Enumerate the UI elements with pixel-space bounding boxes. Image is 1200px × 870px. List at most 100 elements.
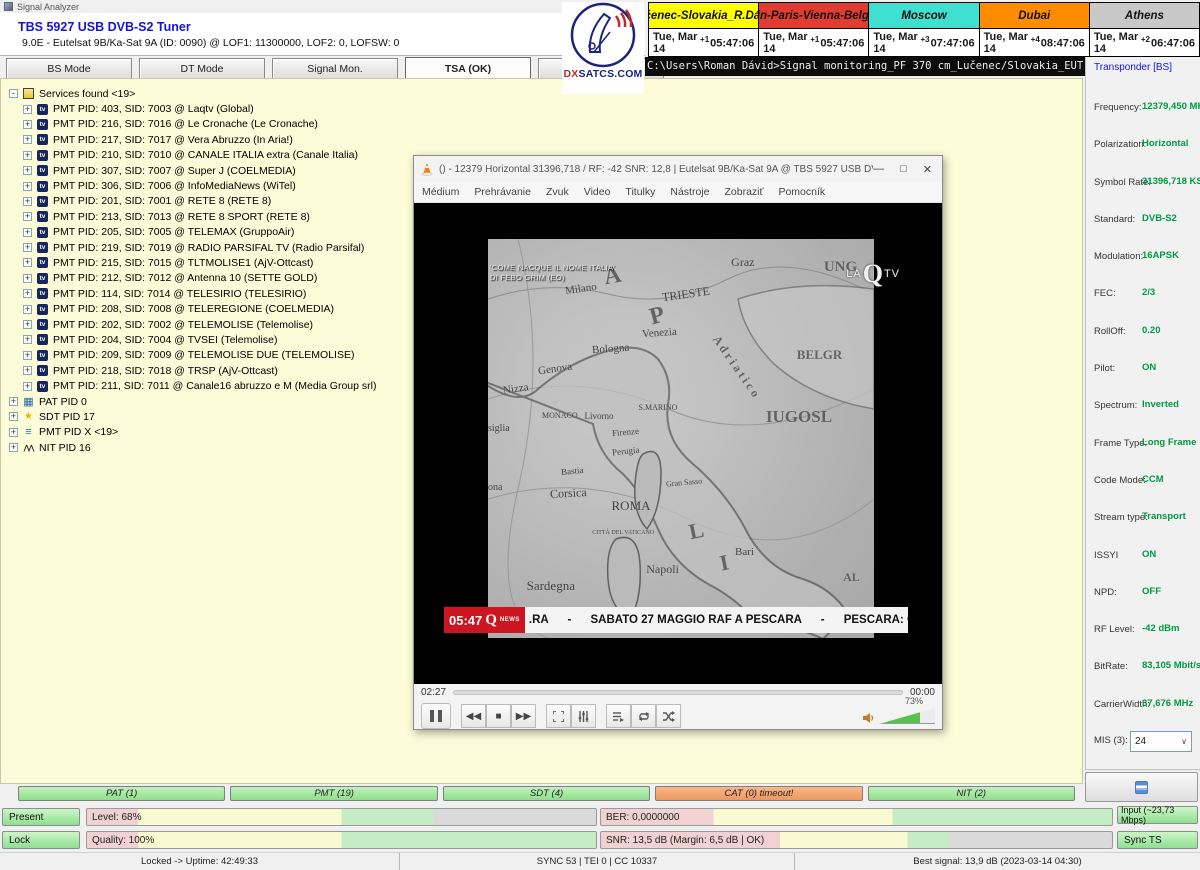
expand-icon[interactable]: + bbox=[9, 412, 18, 421]
playlist-button[interactable] bbox=[606, 704, 631, 728]
seek-bar[interactable] bbox=[453, 690, 903, 695]
transponder-label: ISSYI bbox=[1094, 550, 1118, 561]
expand-icon[interactable]: + bbox=[23, 120, 32, 129]
mode-tab[interactable]: DT Mode bbox=[139, 58, 265, 80]
window-title: Signal Analyzer bbox=[17, 2, 79, 12]
service-item[interactable]: + tv PMT PID: 217, SID: 7017 @ Vera Abru… bbox=[23, 132, 1082, 147]
pause-button[interactable] bbox=[421, 703, 451, 729]
tree-root-services[interactable]: - Services found <19> bbox=[9, 86, 1082, 101]
expand-icon[interactable]: + bbox=[23, 243, 32, 252]
stop-button[interactable]: ■ bbox=[486, 704, 511, 728]
expand-icon[interactable]: + bbox=[23, 212, 32, 221]
vlc-menu-item[interactable]: Zvuk bbox=[546, 186, 569, 198]
vlc-titlebar[interactable]: () - 12379 Horizontal 31396,718 / RF: -4… bbox=[414, 156, 942, 182]
expand-icon[interactable]: + bbox=[23, 335, 32, 344]
expand-icon[interactable]: + bbox=[23, 305, 32, 314]
map-place-label: Livorno bbox=[585, 411, 614, 421]
tv-icon: tv bbox=[37, 196, 48, 207]
service-item[interactable]: + tv PMT PID: 216, SID: 7016 @ Le Cronac… bbox=[23, 117, 1082, 132]
vlc-menu-item[interactable]: Titulky bbox=[625, 186, 655, 198]
random-button[interactable] bbox=[656, 704, 681, 728]
dxsatcs-logo: DXSATCS.COM bbox=[562, 2, 644, 94]
elapsed-time: 02:27 bbox=[421, 687, 446, 698]
expand-icon[interactable]: + bbox=[23, 105, 32, 114]
mis-dropdown[interactable]: 24 ∨ bbox=[1130, 731, 1192, 752]
expand-icon[interactable]: + bbox=[23, 166, 32, 175]
expand-icon[interactable]: + bbox=[23, 182, 32, 191]
buffer-button[interactable] bbox=[1085, 772, 1198, 802]
transponder-label: FEC: bbox=[1094, 288, 1116, 299]
vlc-video-area[interactable]: GrazUNGMilanoTRIESTEAPVeneziaBolognaGeno… bbox=[414, 203, 942, 684]
equalizer-button[interactable] bbox=[571, 704, 596, 728]
map-place-label: MONACO bbox=[542, 411, 578, 420]
expand-icon[interactable]: + bbox=[23, 289, 32, 298]
expand-icon[interactable]: + bbox=[23, 274, 32, 283]
clock-utc-offset: +3 bbox=[920, 35, 929, 44]
tv-icon: tv bbox=[37, 150, 48, 161]
expand-icon[interactable]: + bbox=[23, 258, 32, 267]
clock-utc-offset: +1 bbox=[810, 35, 819, 44]
transponder-value: 16APSK bbox=[1142, 250, 1179, 261]
pid-bar: SDT (4) bbox=[443, 786, 650, 801]
service-label: PMT PID: 210, SID: 7010 @ CANALE ITALIA … bbox=[53, 149, 358, 161]
tv-icon: tv bbox=[37, 119, 48, 130]
service-label: PMT PID: 202, SID: 7002 @ TELEMOLISE (Te… bbox=[53, 319, 313, 331]
transponder-value: CCM bbox=[1142, 474, 1164, 485]
previous-button[interactable]: ◀◀ bbox=[461, 704, 486, 728]
speaker-icon bbox=[863, 712, 875, 724]
expand-icon[interactable]: + bbox=[9, 428, 18, 437]
service-item[interactable]: + tv PMT PID: 403, SID: 7003 @ Laqtv (Gl… bbox=[23, 101, 1082, 116]
expand-icon[interactable]: + bbox=[23, 382, 32, 391]
service-label: PMT PID: 211, SID: 7011 @ Canale16 abruz… bbox=[53, 380, 376, 392]
service-label: PMT PID: 205, SID: 7005 @ TELEMAX (Grupp… bbox=[53, 226, 294, 238]
expand-icon[interactable]: + bbox=[23, 320, 32, 329]
service-label: PMT PID: 204, SID: 7004 @ TVSEI (Telemol… bbox=[53, 334, 277, 346]
expand-icon[interactable]: + bbox=[23, 197, 32, 206]
mode-tab[interactable]: Signal Mon. bbox=[272, 58, 398, 80]
clock: Berlin-Paris-Vienna-Belgrade Tue, Mar 14… bbox=[759, 3, 869, 56]
transponder-row: Frame Type: Long Frame bbox=[1086, 426, 1200, 463]
vlc-menu-item[interactable]: Video bbox=[584, 186, 611, 198]
clock-datetime: Tue, Mar 14 +105:47:06 bbox=[759, 29, 868, 56]
volume-slider[interactable] bbox=[879, 708, 935, 724]
vlc-menu-item[interactable]: Pomocník bbox=[778, 186, 825, 198]
expand-icon[interactable]: + bbox=[23, 228, 32, 237]
vlc-menu-item[interactable]: Nástroje bbox=[670, 186, 709, 198]
level-bar: Level: 68% bbox=[86, 808, 597, 826]
fullscreen-button[interactable] bbox=[546, 704, 571, 728]
map-place-label: Venezia bbox=[642, 326, 678, 340]
vlc-menu-item[interactable]: Zobraziť bbox=[724, 186, 763, 198]
transponder-value: Horizontal bbox=[1142, 138, 1188, 149]
maximize-button[interactable]: □ bbox=[900, 163, 907, 176]
transponder-row: ISSYI ON bbox=[1086, 538, 1200, 575]
expand-icon[interactable]: + bbox=[23, 366, 32, 375]
expand-icon[interactable]: + bbox=[23, 151, 32, 160]
close-button[interactable]: ✕ bbox=[923, 163, 932, 176]
loop-button[interactable] bbox=[631, 704, 656, 728]
vlc-menu-item[interactable]: Prehrávanie bbox=[474, 186, 531, 198]
pid-bar: NIT (2) bbox=[868, 786, 1075, 801]
service-label: PMT PID: 212, SID: 7012 @ Antenna 10 (SE… bbox=[53, 272, 317, 284]
transponder-row: Stream type: Transport bbox=[1086, 500, 1200, 537]
table-node-icon bbox=[23, 442, 34, 453]
clock-city: Athens bbox=[1090, 3, 1199, 29]
status-bar: Locked -> Uptime: 42:49:33 SYNC 53 | TEI… bbox=[0, 852, 1200, 870]
volume-control[interactable]: 73% bbox=[863, 708, 935, 724]
clock-date: Tue, Mar 14 bbox=[984, 31, 1031, 55]
transponder-label: NPD: bbox=[1094, 587, 1117, 598]
mis-label: MIS (3): bbox=[1094, 735, 1128, 746]
expand-icon[interactable]: + bbox=[23, 135, 32, 144]
collapse-icon[interactable]: - bbox=[9, 89, 18, 98]
service-label: PMT PID: 217, SID: 7017 @ Vera Abruzzo (… bbox=[53, 134, 293, 146]
tv-icon: tv bbox=[37, 134, 48, 145]
expand-icon[interactable]: + bbox=[23, 351, 32, 360]
pid-bar: PAT (1) bbox=[18, 786, 225, 801]
vlc-menu-item[interactable]: Médium bbox=[422, 186, 459, 198]
tv-icon: tv bbox=[37, 319, 48, 330]
clock-time: 08:47:06 bbox=[1041, 38, 1085, 50]
expand-icon[interactable]: + bbox=[9, 397, 18, 406]
mode-tab[interactable]: BS Mode bbox=[6, 58, 132, 80]
next-button[interactable]: ▶▶ bbox=[511, 704, 536, 728]
minimize-button[interactable]: — bbox=[873, 163, 884, 176]
expand-icon[interactable]: + bbox=[9, 443, 18, 452]
